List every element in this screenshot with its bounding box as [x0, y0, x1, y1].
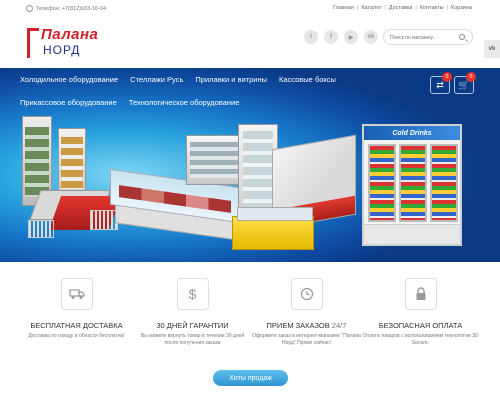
- feature-secure-payment: БЕЗОПАСНАЯ ОПЛАТА Оплата товаров с испол…: [358, 272, 483, 346]
- nav-item-counters[interactable]: Прилавки и витрины: [195, 75, 267, 84]
- vk-icon[interactable]: vk: [364, 30, 378, 44]
- shopping-cart-image: [28, 220, 54, 238]
- top-nav-home[interactable]: Главная: [333, 5, 354, 11]
- youtube-icon[interactable]: ▶: [344, 30, 358, 44]
- main-nav-row: Холодильное оборудование Стеллажи Русь П…: [20, 75, 420, 84]
- feature-title: БЕЗОПАСНАЯ ОПЛАТА: [358, 321, 483, 330]
- feature-text: Доставка по городу и области бесплатна!: [28, 333, 125, 339]
- compare-icon: ⇄: [436, 79, 444, 90]
- cart-count-badge: 0: [466, 72, 476, 82]
- vk-side-tab[interactable]: vk: [484, 40, 500, 58]
- site-logo[interactable]: Палана НОРД: [27, 26, 99, 60]
- bestsellers-button[interactable]: Хиты продаж: [213, 370, 288, 386]
- nav-item-tech-equipment[interactable]: Технологическое оборудование: [129, 98, 240, 107]
- nav-separator: |: [384, 5, 386, 11]
- drinks-fridge-sign: Cold Drinks: [364, 126, 460, 140]
- logo-bracket: [27, 28, 39, 58]
- phone-contact: Телефон: +7(812)933-16-04: [26, 5, 106, 12]
- logo-word-top: Палана: [41, 26, 99, 43]
- fridge-base: [364, 224, 460, 244]
- feature-title-text: БЕСПЛАТНАЯ ДОСТАВКА: [30, 321, 123, 330]
- clock-icon: [290, 278, 323, 310]
- nav-separator: |: [415, 5, 417, 11]
- feature-free-delivery: БЕСПЛАТНАЯ ДОСТАВКА Доставка по городу и…: [14, 272, 139, 340]
- top-nav: Главная | Каталог | Доставка | Контакты | Ко…: [333, 5, 472, 11]
- main-nav-row: Прикассовое оборудование Технологическое…: [20, 98, 420, 107]
- shopping-cart-image: [90, 210, 118, 230]
- top-nav-delivery[interactable]: Доставка: [389, 5, 413, 11]
- social-links: t f ▶ vk: [304, 30, 378, 44]
- feature-orders-24-7: ПРИЕМ ЗАКАЗОВ 24/7 Оформите заказ в инте…: [244, 272, 369, 346]
- facebook-icon[interactable]: f: [324, 30, 338, 44]
- feature-guarantee: $ 30 ДНЕЙ ГАРАНТИИ Вы можете вернуть тов…: [130, 272, 255, 346]
- main-nav: Холодильное оборудование Стеллажи Русь П…: [20, 75, 420, 107]
- features-section: БЕСПЛАТНАЯ ДОСТАВКА Доставка по городу и…: [0, 272, 500, 372]
- showcase-image: [186, 135, 244, 185]
- phone-text: Телефон: +7(812)933-16-04: [36, 5, 107, 12]
- dollar-icon: $: [176, 278, 209, 310]
- twitter-icon[interactable]: t: [304, 30, 318, 44]
- lock-icon: [404, 278, 437, 310]
- compare-count-badge: 0: [442, 72, 452, 82]
- search-box: [383, 29, 473, 45]
- feature-title-text: ПРИЕМ ЗАКАЗОВ: [266, 321, 332, 330]
- feature-title-suffix: 24/7: [331, 321, 347, 330]
- top-nav-catalog[interactable]: Каталог: [361, 5, 381, 11]
- chest-freezer-image: [232, 207, 314, 250]
- top-nav-cart[interactable]: Корзина: [451, 5, 472, 11]
- drinks-fridge-image: Cold Drinks: [362, 124, 462, 246]
- nav-separator: |: [446, 5, 449, 11]
- feature-title: 30 ДНЕЙ ГАРАНТИИ: [130, 321, 255, 330]
- logo-word-bottom: НОРД: [43, 43, 81, 57]
- top-bar: Телефон: +7(812)933-16-04 Главная | Катал…: [0, 0, 500, 16]
- nav-item-refrigeration[interactable]: Холодильное оборудование: [20, 75, 118, 84]
- top-nav-contacts[interactable]: Контакты: [420, 5, 444, 11]
- feature-text: Вы можете вернуть товар в течении 30 дне…: [140, 333, 245, 346]
- truck-icon: [60, 278, 93, 310]
- feature-text: Оформите заказ в интернет-магазине "Пала…: [252, 333, 361, 346]
- compare-button[interactable]: ⇄ 0: [430, 72, 452, 94]
- fridge-door: [368, 144, 396, 222]
- nav-item-checkout-equipment[interactable]: Прикассовое оборудование: [20, 98, 117, 107]
- feature-text: Оплата товаров с использованием технолог…: [362, 333, 479, 346]
- nav-item-cash-boxes[interactable]: Кассовые боксы: [279, 75, 336, 84]
- fridge-door: [399, 144, 427, 222]
- nav-item-racks[interactable]: Стеллажи Русь: [130, 75, 183, 84]
- feature-title: ПРИЕМ ЗАКАЗОВ 24/7: [244, 321, 369, 330]
- cart-button[interactable]: 🛒 0: [454, 72, 476, 94]
- page: Телефон: +7(812)933-16-04 Главная | Катал…: [0, 0, 500, 400]
- feature-title: БЕСПЛАТНАЯ ДОСТАВКА: [14, 321, 139, 330]
- fridge-door: [430, 144, 458, 222]
- search-icon[interactable]: [459, 34, 465, 40]
- feature-title-text: БЕЗОПАСНАЯ ОПЛАТА: [378, 321, 463, 330]
- nav-separator: |: [356, 5, 359, 11]
- phone-icon: [26, 5, 33, 12]
- shelving-unit-image: [58, 128, 86, 198]
- search-input[interactable]: [390, 33, 456, 42]
- feature-title-text: 30 ДНЕЙ ГАРАНТИИ: [156, 321, 229, 330]
